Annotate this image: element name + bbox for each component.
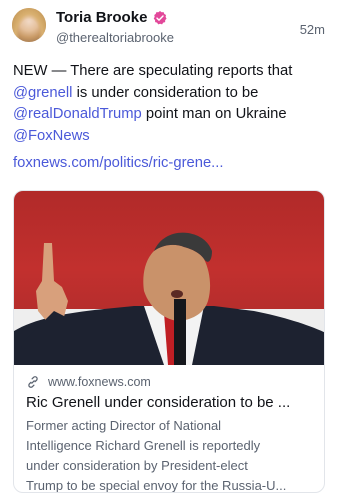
card-description-line: Intelligence Richard Grenell is reported… xyxy=(26,438,261,453)
link-icon xyxy=(28,376,38,388)
card-description-line: Trump to be special envoy for the Russia… xyxy=(26,478,287,493)
post-text-part: point man on Ukraine xyxy=(145,106,287,122)
verified-badge-icon xyxy=(154,10,167,24)
post-text-part: is under consideration to be xyxy=(76,84,259,101)
card-description-line: under consideration by President-elect xyxy=(26,458,248,473)
author-handle[interactable]: @therealtoriabrooke xyxy=(56,30,174,45)
post-text: NEW — There are speculating reports that… xyxy=(13,61,329,147)
link-preview-card[interactable]: www.foxnews.com Ric Grenell under consid… xyxy=(13,190,325,493)
preview-image[interactable] xyxy=(14,191,324,365)
post-timestamp: 52m xyxy=(299,22,325,37)
card-title[interactable]: Ric Grenell under consideration to be ..… xyxy=(26,394,316,411)
avatar[interactable] xyxy=(12,8,46,42)
post-link[interactable]: foxnews.com/politics/ric-grene... xyxy=(13,155,224,171)
mention-foxnews[interactable]: @FoxNews xyxy=(13,128,90,144)
card-domain[interactable]: www.foxnews.com xyxy=(48,375,151,389)
post-text-part: NEW — There are speculating reports that xyxy=(13,63,293,79)
card-description-line: Former acting Director of National xyxy=(26,418,222,433)
author-name[interactable]: Toria Brooke xyxy=(56,9,147,26)
mention-grenell[interactable]: @grenell xyxy=(13,85,72,101)
mention-realdonaldtrump[interactable]: @realDonaldTrump xyxy=(13,106,142,122)
card-description: Former acting Director of National Intel… xyxy=(26,416,316,493)
